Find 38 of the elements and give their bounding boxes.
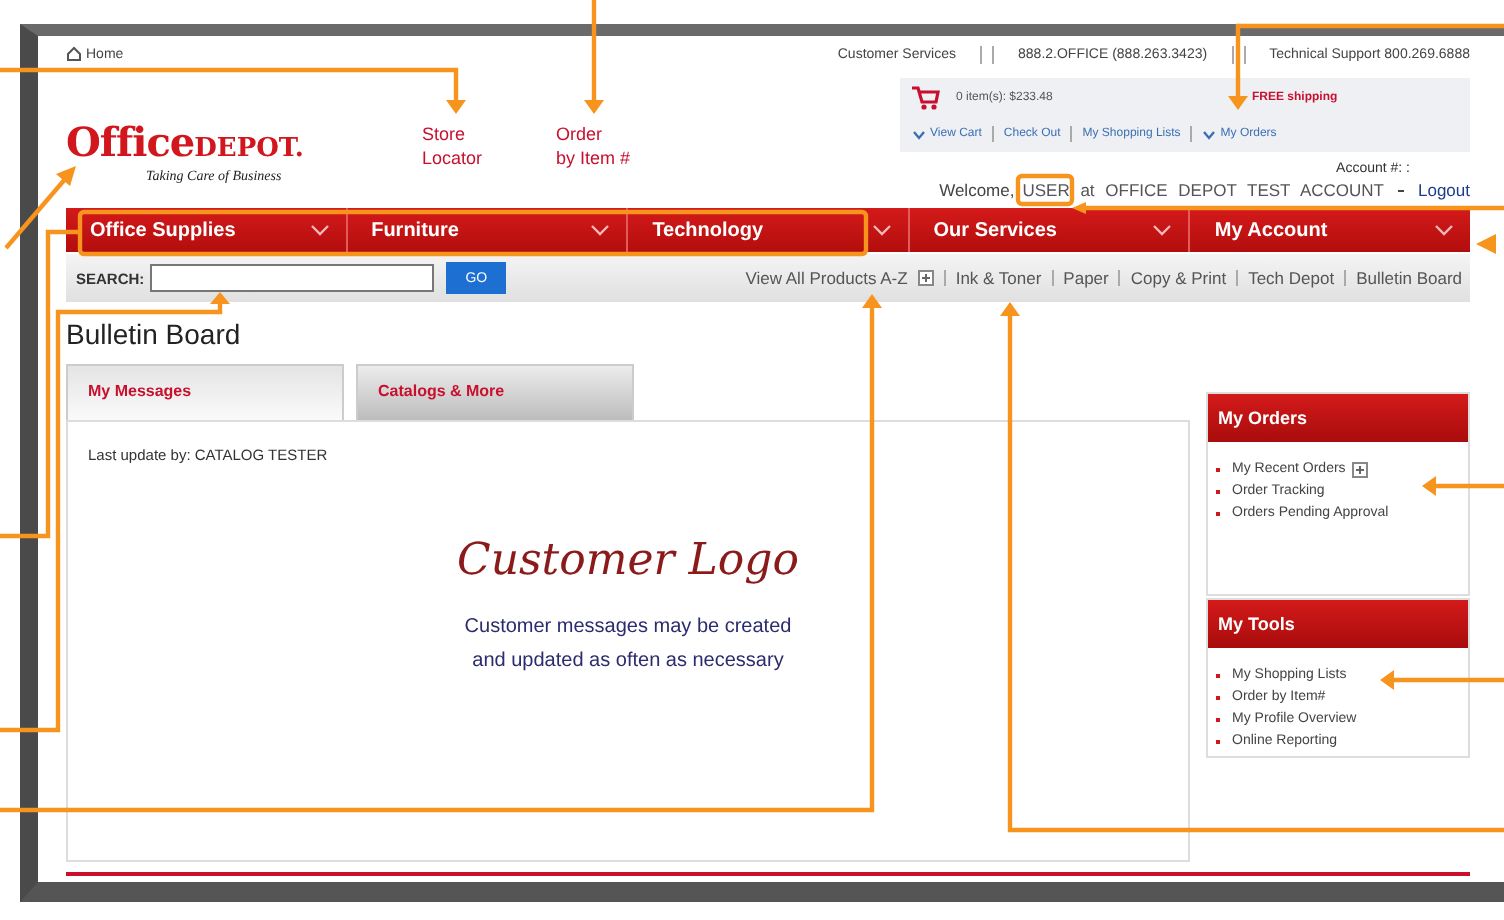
tab[interactable]: Catalogs & More bbox=[356, 364, 634, 420]
header-link[interactable]: Store Locator bbox=[422, 122, 556, 170]
logo[interactable]: OfficeDEPOT. bbox=[66, 122, 422, 164]
customer-logo: Customer Logo bbox=[455, 536, 801, 586]
account-name: USER at OFFICE DEPOT TEST ACCOUNT bbox=[1022, 180, 1384, 200]
chevron-icon bbox=[309, 224, 330, 236]
page-title: Bulletin Board bbox=[66, 318, 243, 354]
nav-menu[interactable]: Furniture bbox=[347, 208, 629, 252]
welcome-text: Welcome, bbox=[939, 180, 1015, 200]
quick-link[interactable]: Ink & Toner bbox=[955, 268, 1042, 288]
panel-header: My Tools bbox=[1208, 600, 1468, 648]
leader-line bbox=[1476, 234, 1496, 254]
tab[interactable]: My Messages bbox=[66, 364, 344, 420]
nav-menu[interactable]: Office Supplies bbox=[66, 208, 348, 252]
header-link[interactable]: Order by Item # bbox=[556, 122, 690, 170]
caret-icon bbox=[912, 129, 926, 139]
nav-menu[interactable]: My Account bbox=[1190, 208, 1470, 252]
search-field[interactable] bbox=[150, 264, 435, 292]
message-text: and updated as often as necessary bbox=[472, 648, 784, 676]
chevron-icon bbox=[1152, 224, 1173, 236]
chevron-icon bbox=[1433, 224, 1454, 236]
home-icon bbox=[66, 46, 82, 62]
quick-link[interactable]: Paper bbox=[1063, 268, 1109, 288]
message-text: Customer messages may be created bbox=[464, 614, 792, 642]
panel-header: My Orders bbox=[1208, 394, 1468, 442]
quick-link[interactable]: Copy & Print bbox=[1130, 268, 1227, 288]
caret-icon bbox=[1202, 129, 1217, 139]
nav-menu[interactable]: Technology bbox=[628, 208, 910, 252]
chevron-icon bbox=[871, 224, 892, 236]
leader-line bbox=[584, 0, 604, 114]
quick-link[interactable]: Tech Depot bbox=[1248, 268, 1335, 288]
expand-icon bbox=[1351, 461, 1368, 477]
quick-link[interactable]: Bulletin Board bbox=[1356, 268, 1462, 288]
chevron-icon bbox=[590, 224, 611, 236]
cart-icon bbox=[912, 86, 940, 110]
logout-link[interactable]: Logout bbox=[1418, 180, 1470, 200]
expand-icon bbox=[917, 270, 934, 286]
quick-link[interactable]: View All Products A-Z bbox=[745, 268, 908, 288]
